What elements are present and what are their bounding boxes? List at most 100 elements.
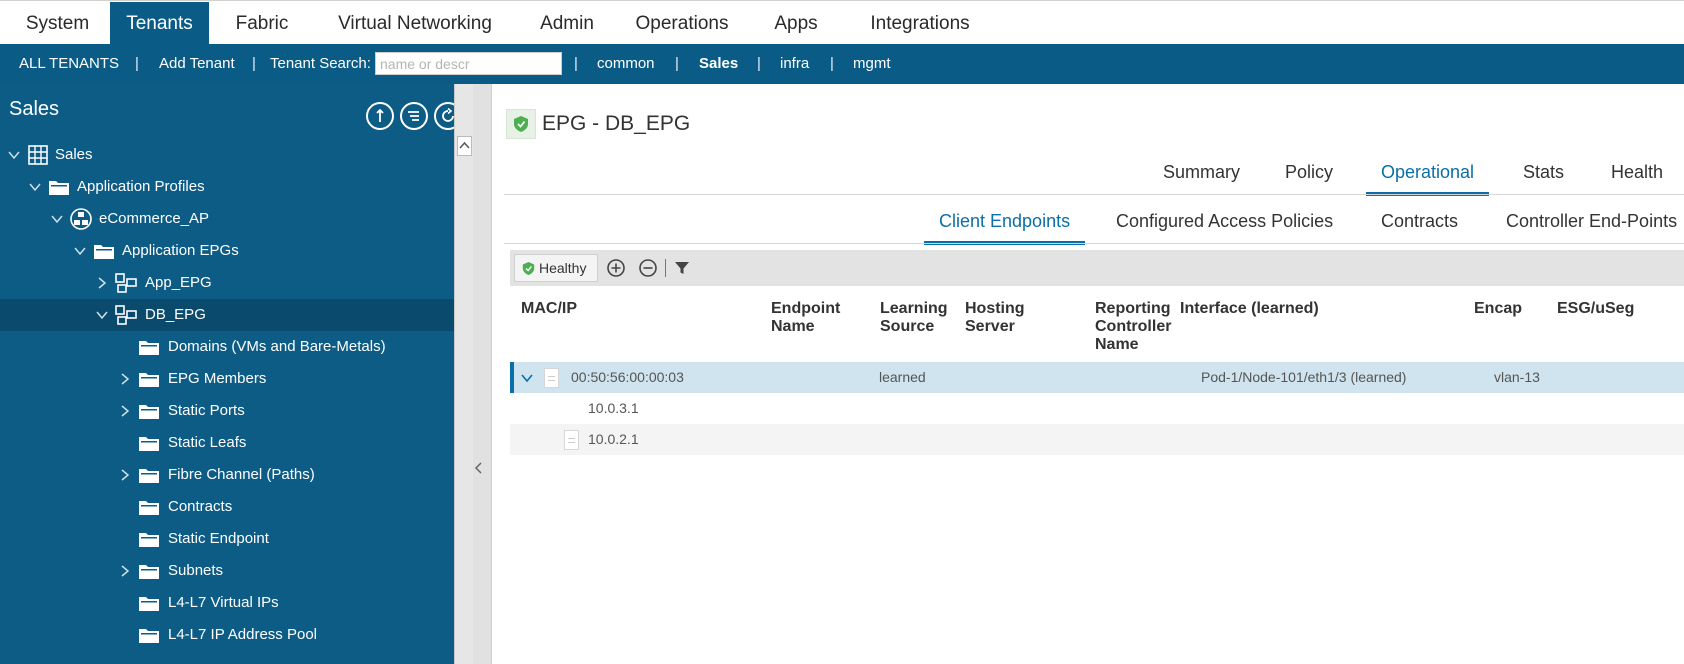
tenant-link-common[interactable]: common xyxy=(597,44,655,84)
tab-policy[interactable]: Policy xyxy=(1285,162,1333,194)
health-filter-button[interactable]: Healthy xyxy=(514,254,598,282)
column-header-interface[interactable]: Interface (learned) xyxy=(1180,300,1319,318)
column-header-encap[interactable]: Encap xyxy=(1474,300,1522,318)
tree-item-static-leafs[interactable]: Static Leafs xyxy=(0,427,454,459)
tenant-link-mgmt[interactable]: mgmt xyxy=(853,44,891,84)
subtab-divider xyxy=(504,243,1684,244)
filter-icon[interactable] xyxy=(672,258,692,278)
tab-apps[interactable]: Apps xyxy=(768,2,824,45)
column-header-endpoint-name[interactable]: Endpoint Name xyxy=(771,300,840,336)
tab-operations[interactable]: Operations xyxy=(628,2,736,45)
column-header-learning-source[interactable]: Learning Source xyxy=(880,300,948,336)
shield-icon xyxy=(522,262,535,275)
list-options-icon xyxy=(408,111,419,121)
chevron-down-icon[interactable] xyxy=(50,212,64,226)
tree-item-label: L4-L7 Virtual IPs xyxy=(168,594,279,611)
chevron-right-icon[interactable] xyxy=(95,276,109,290)
tab-system[interactable]: System xyxy=(10,2,105,45)
tab-summary[interactable]: Summary xyxy=(1163,162,1240,194)
chevron-right-icon[interactable] xyxy=(118,372,132,386)
sidebar-scrollbar[interactable] xyxy=(454,84,473,664)
collapse-pane-icon[interactable] xyxy=(474,462,484,474)
tab-stats[interactable]: Stats xyxy=(1523,162,1564,194)
chevron-right-icon[interactable] xyxy=(118,404,132,418)
tree-item-fibre-channel[interactable]: Fibre Channel (Paths) xyxy=(0,459,454,491)
tab-admin[interactable]: Admin xyxy=(530,2,604,45)
folder-icon xyxy=(139,501,159,515)
tree-item-application-profiles[interactable]: Application Profiles xyxy=(0,171,454,203)
chevron-right-icon[interactable] xyxy=(118,564,132,578)
tree-item-l4l7-ip-address-pool[interactable]: L4-L7 IP Address Pool xyxy=(0,619,454,651)
folder-icon xyxy=(139,597,159,611)
tree-item-label: Static Endpoint xyxy=(168,530,269,547)
tree-item-label: App_EPG xyxy=(145,274,212,291)
cell-encap: vlan-13 xyxy=(1494,369,1540,385)
tab-tenants[interactable]: Tenants xyxy=(110,2,209,45)
table-row[interactable]: 10.0.2.1 xyxy=(510,424,1684,455)
chevron-down-icon[interactable] xyxy=(520,372,534,384)
tree-item-application-epgs[interactable]: Application EPGs xyxy=(0,235,454,267)
tree-item-db-epg[interactable]: DB_EPG xyxy=(0,299,454,331)
tenant-grid-icon xyxy=(28,145,48,165)
tab-fabric[interactable]: Fabric xyxy=(220,2,304,45)
subtab-controller-end-points[interactable]: Controller End-Points xyxy=(1506,211,1677,243)
column-header-reporting-controller-name[interactable]: Reporting Controller Name xyxy=(1095,300,1171,354)
folder-icon xyxy=(139,629,159,643)
folder-icon xyxy=(139,469,159,483)
tab-integrations[interactable]: Integrations xyxy=(866,2,974,45)
tab-health[interactable]: Health xyxy=(1611,162,1663,194)
tree-item-label: DB_EPG xyxy=(145,306,206,323)
separator: | xyxy=(675,55,679,72)
endpoint-doc-icon xyxy=(564,430,579,450)
expand-all-icon[interactable] xyxy=(606,258,626,278)
collapse-tree-icon xyxy=(376,108,384,122)
chevron-down-icon[interactable] xyxy=(28,180,42,194)
table-row[interactable]: 00:50:56:00:00:03 learned Pod-1/Node-101… xyxy=(510,362,1684,393)
folder-icon xyxy=(139,373,159,387)
subtab-client-endpoints[interactable]: Client Endpoints xyxy=(923,211,1086,245)
scroll-up-button[interactable] xyxy=(457,136,472,156)
tenant-link-sales[interactable]: Sales xyxy=(699,44,738,84)
column-header-esg-useg[interactable]: ESG/uSeg xyxy=(1557,300,1634,318)
tree-item-ecommerce-ap[interactable]: eCommerce_AP xyxy=(0,203,454,235)
separator: | xyxy=(574,55,578,72)
page-title: EPG - DB_EPG xyxy=(542,112,691,135)
subtab-configured-access-policies[interactable]: Configured Access Policies xyxy=(1116,211,1333,243)
chevron-right-icon[interactable] xyxy=(118,468,132,482)
table-row[interactable]: 10.0.3.1 xyxy=(510,393,1684,424)
pane-splitter[interactable] xyxy=(473,84,492,664)
chevron-down-icon[interactable] xyxy=(7,148,21,162)
tree-item-sales[interactable]: Sales xyxy=(0,139,454,171)
tree-item-static-endpoint[interactable]: Static Endpoint xyxy=(0,523,454,555)
tree-item-domains[interactable]: Domains (VMs and Bare-Metals) xyxy=(0,331,454,363)
tenant-link-infra[interactable]: infra xyxy=(780,44,809,84)
tree-item-app-epg[interactable]: App_EPG xyxy=(0,267,454,299)
tree-item-static-ports[interactable]: Static Ports xyxy=(0,395,454,427)
chevron-down-icon[interactable] xyxy=(73,244,87,258)
tenant-search-input[interactable] xyxy=(375,52,562,75)
tree-item-label: Subnets xyxy=(168,562,224,579)
folder-icon xyxy=(49,181,69,195)
tree-item-subnets[interactable]: Subnets xyxy=(0,555,454,587)
collapse-all-icon[interactable] xyxy=(638,258,658,278)
tree-item-l4l7-virtual-ips[interactable]: L4-L7 Virtual IPs xyxy=(0,587,454,619)
tab-operational[interactable]: Operational xyxy=(1365,162,1490,196)
all-tenants-link[interactable]: ALL TENANTS xyxy=(19,44,119,84)
add-tenant-link[interactable]: Add Tenant xyxy=(159,44,235,84)
subtab-contracts[interactable]: Contracts xyxy=(1381,211,1458,243)
tree-item-contracts[interactable]: Contracts xyxy=(0,491,454,523)
chevron-down-icon[interactable] xyxy=(95,308,109,322)
tree-item-label: L4-L7 IP Address Pool xyxy=(168,626,317,643)
tab-virtual-networking[interactable]: Virtual Networking xyxy=(330,2,500,45)
collapse-tree-button[interactable] xyxy=(366,102,394,130)
column-header-mac-ip[interactable]: MAC/IP xyxy=(521,300,577,318)
tree-item-label: Sales xyxy=(55,146,93,163)
tree-item-label: EPG Members xyxy=(168,370,267,387)
column-header-hosting-server[interactable]: Hosting Server xyxy=(965,300,1025,336)
tree-options-button[interactable] xyxy=(400,102,428,130)
tree-item-epg-members[interactable]: EPG Members xyxy=(0,363,454,395)
toolbar-separator xyxy=(665,259,666,277)
tree-item-label: Application Profiles xyxy=(77,178,205,195)
tree-item-label: Static Leafs xyxy=(168,434,247,451)
folder-icon xyxy=(139,565,159,579)
